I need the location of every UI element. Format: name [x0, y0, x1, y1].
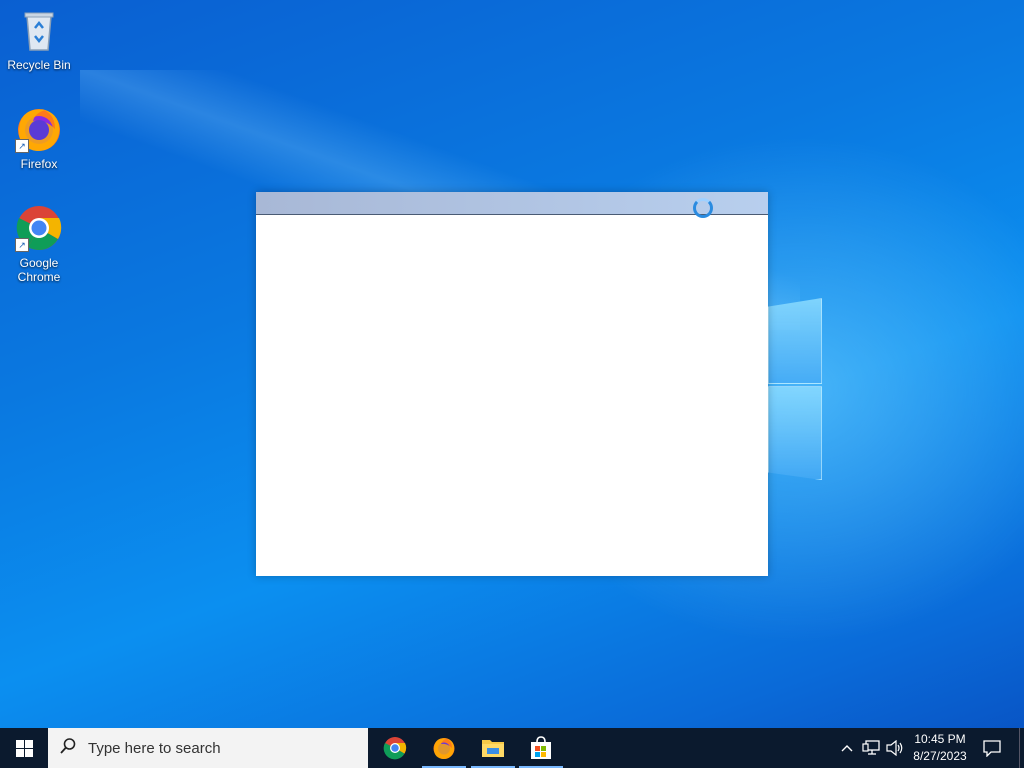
- search-placeholder: Type here to search: [88, 739, 221, 757]
- wallpaper-windows-logo: [768, 290, 824, 482]
- search-icon: [48, 737, 88, 760]
- desktop-icon-label: Recycle Bin: [7, 58, 71, 72]
- firefox-icon: ↗: [15, 105, 63, 153]
- desktop-icon-recycle-bin[interactable]: Recycle Bin: [1, 6, 77, 72]
- firefox-icon: [433, 738, 455, 759]
- network-button[interactable]: [860, 728, 882, 768]
- desktop-icon-firefox[interactable]: ↗ Firefox: [1, 105, 77, 171]
- loading-spinner-icon: [693, 198, 713, 218]
- action-center-button[interactable]: [978, 728, 1006, 768]
- file-explorer-icon: [482, 740, 504, 757]
- window-content-blank: [256, 215, 768, 576]
- show-hidden-icons-button[interactable]: [838, 728, 856, 768]
- volume-icon: [886, 740, 903, 756]
- start-button[interactable]: [0, 728, 48, 768]
- taskbar-app-microsoft-store[interactable]: [517, 728, 565, 768]
- taskbar: Type here to search 10:45 PM 8/27/2023: [0, 728, 1024, 768]
- chrome-icon: [383, 737, 407, 760]
- clock-date: 8/27/2023: [913, 749, 967, 763]
- action-center-icon: [983, 739, 1001, 757]
- taskbar-clock[interactable]: 10:45 PM 8/27/2023: [905, 731, 975, 765]
- taskbar-search-box[interactable]: Type here to search: [48, 728, 368, 768]
- chevron-up-icon: [841, 745, 853, 752]
- desktop-icon-label-line2: Chrome: [17, 270, 61, 284]
- recycle-bin-icon: [15, 6, 63, 54]
- taskbar-app-firefox[interactable]: [420, 728, 468, 768]
- desktop-icon-label: Firefox: [20, 157, 58, 171]
- window-titlebar[interactable]: [256, 192, 768, 218]
- loading-window[interactable]: [256, 192, 768, 576]
- clock-time: 10:45 PM: [914, 732, 966, 746]
- taskbar-app-file-explorer[interactable]: [469, 728, 517, 768]
- shortcut-arrow-icon: ↗: [15, 139, 29, 153]
- desktop-icon-label-line1: Google: [19, 256, 59, 270]
- show-desktop-button[interactable]: [1019, 728, 1024, 768]
- taskbar-app-chrome[interactable]: [371, 728, 419, 768]
- network-icon: [862, 740, 880, 755]
- desktop-icon-google-chrome[interactable]: ↗ Google Chrome: [1, 204, 77, 284]
- volume-button[interactable]: [884, 728, 906, 768]
- chrome-icon: ↗: [15, 204, 63, 252]
- shortcut-arrow-icon: ↗: [15, 238, 29, 252]
- windows-start-icon: [15, 739, 33, 757]
- store-icon: [531, 736, 551, 759]
